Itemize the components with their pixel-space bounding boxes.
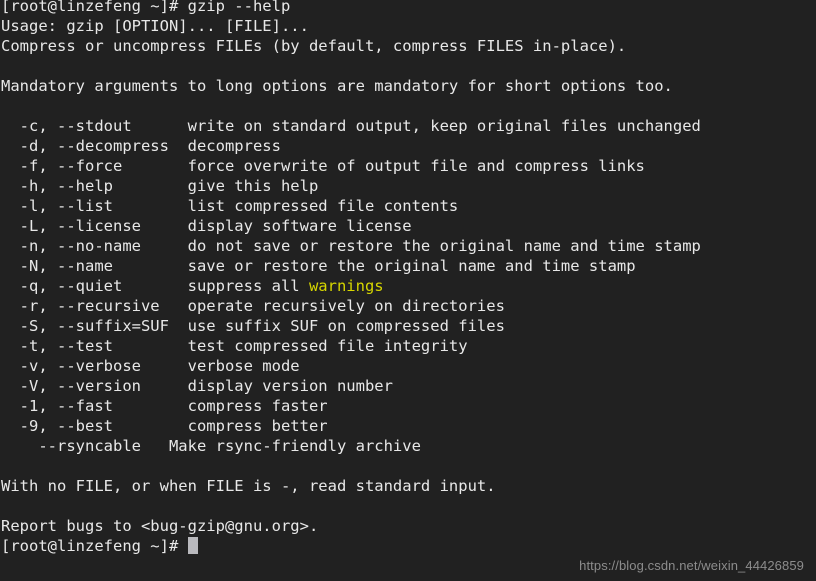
terminal-line: Usage: gzip [OPTION]... [FILE]... [1, 17, 309, 35]
terminal-line-option: -V, --version display version number [1, 377, 393, 395]
terminal-line-option: -1, --fast compress faster [1, 397, 328, 415]
terminal-line: Compress or uncompress FILEs (by default… [1, 37, 627, 55]
terminal-line-option: -n, --no-name do not save or restore the… [1, 237, 701, 255]
terminal-line-option: -h, --help give this help [1, 177, 319, 195]
terminal-line-option: -L, --license display software license [1, 217, 412, 235]
watermark-url: https://blog.csdn.net/weixin_44426859 [579, 558, 804, 573]
terminal-line-option: -S, --suffix=SUF use suffix SUF on compr… [1, 317, 505, 335]
terminal-screen: [root@linzefeng ~]# gzip --help Usage: g… [0, 0, 816, 556]
terminal-line-option: -N, --name save or restore the original … [1, 257, 636, 275]
terminal-line-option: -r, --recursive operate recursively on d… [1, 297, 505, 315]
terminal-line-option: -t, --test test compressed file integrit… [1, 337, 468, 355]
terminal-line-option: --rsyncable Make rsync-friendly archive [1, 437, 421, 455]
terminal-line-option: -c, --stdout write on standard output, k… [1, 117, 701, 135]
terminal-line-option-quiet: -q, --quiet suppress all warnings [0, 276, 816, 296]
option-quiet-text: -q, --quiet suppress all [1, 277, 309, 295]
terminal-line: Report bugs to <bug-gzip@gnu.org>. [1, 517, 319, 535]
text-cursor [187, 537, 198, 554]
terminal-line: Mandatory arguments to long options are … [1, 77, 673, 95]
terminal-window[interactable]: [root@linzefeng ~]# gzip --help Usage: g… [0, 0, 816, 581]
warnings-highlight: warnings [308, 277, 384, 295]
terminal-line: [root@linzefeng ~]# gzip --help [1, 0, 291, 15]
terminal-line-option: -v, --verbose verbose mode [1, 357, 300, 375]
terminal-line-option: -d, --decompress decompress [1, 137, 281, 155]
terminal-line-option: -l, --list list compressed file contents [1, 197, 459, 215]
terminal-line-option: -9, --best compress better [1, 417, 328, 435]
terminal-line: With no FILE, or when FILE is -, read st… [1, 477, 496, 495]
terminal-line-option: -f, --force force overwrite of output fi… [1, 157, 645, 175]
terminal-prompt-line[interactable]: [root@linzefeng ~]# [0, 536, 816, 556]
shell-prompt: [root@linzefeng ~]# [1, 537, 188, 555]
